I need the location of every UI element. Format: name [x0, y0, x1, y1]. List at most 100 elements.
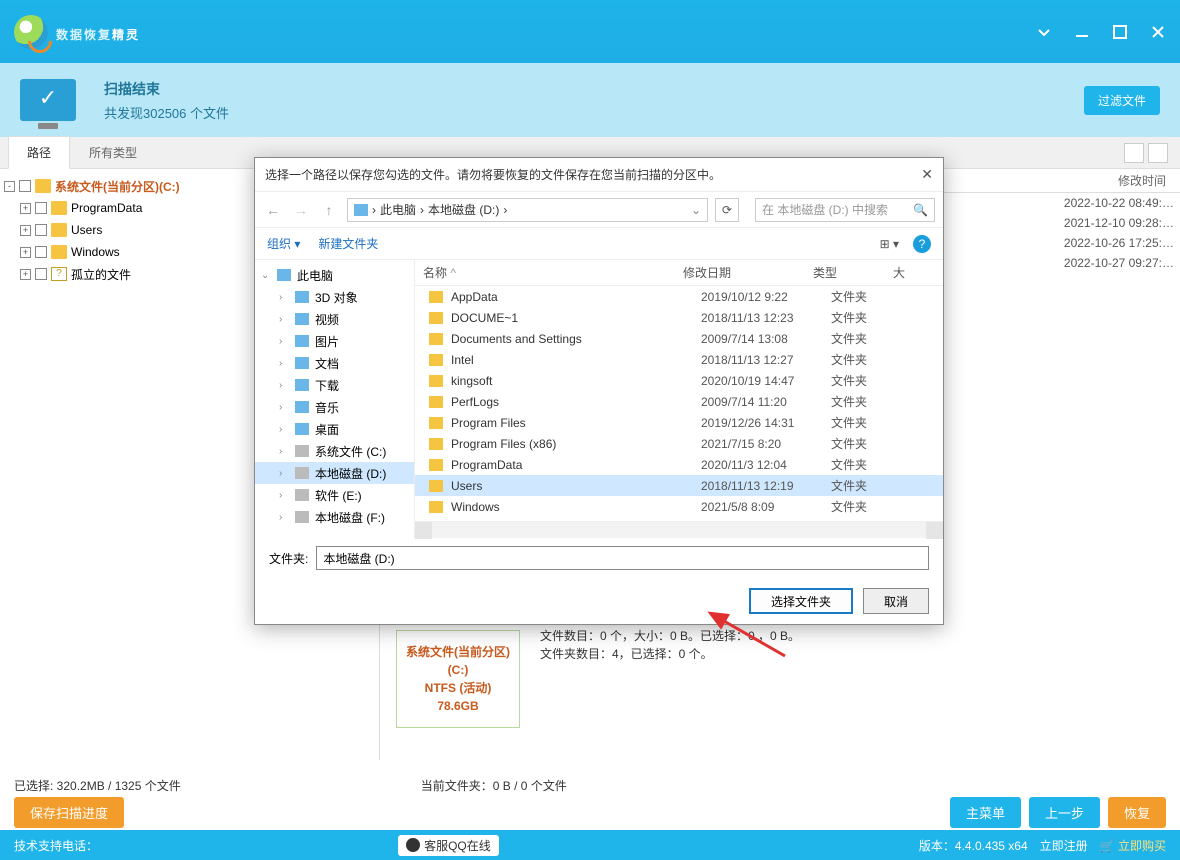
col-type[interactable]: 类型 — [805, 264, 885, 281]
app-title: 数据恢复精灵 — [56, 18, 140, 46]
tab-all-types[interactable]: 所有类型 — [70, 136, 156, 169]
dialog-folder-row[interactable]: AppData2019/10/12 9:22文件夹 — [415, 286, 943, 307]
monitor-icon — [20, 79, 76, 121]
new-folder-button[interactable]: 新建文件夹 — [318, 235, 378, 252]
nav-up-icon[interactable]: ↑ — [319, 202, 339, 218]
folder-field-input[interactable] — [316, 546, 929, 570]
checkbox[interactable] — [35, 246, 47, 258]
dialog-list-header: 名称 ^ 修改日期 类型 大 — [415, 260, 943, 286]
dialog-close-icon[interactable]: ✕ — [921, 166, 933, 183]
folder-icon — [295, 357, 309, 369]
qq-support-button[interactable]: 客服QQ在线 — [398, 835, 499, 856]
checkbox[interactable] — [35, 224, 47, 236]
dropdown-icon[interactable] — [1036, 24, 1052, 40]
folder-field-label: 文件夹: — [269, 550, 308, 567]
cancel-button[interactable]: 取消 — [863, 588, 929, 614]
folder-icon — [295, 291, 309, 303]
close-icon[interactable] — [1150, 24, 1166, 40]
dialog-folder-row[interactable]: kingsoft2020/10/19 14:47文件夹 — [415, 370, 943, 391]
refresh-icon[interactable]: ⟳ — [715, 198, 739, 222]
folder-picker-dialog: 选择一个路径以保存您勾选的文件。请勿将要恢复的文件保存在您当前扫描的分区中。 ✕… — [254, 157, 944, 625]
checkbox[interactable] — [35, 202, 47, 214]
col-size[interactable]: 大 — [885, 264, 913, 281]
place-drive-c[interactable]: ›系统文件 (C:) — [255, 440, 414, 462]
tab-path[interactable]: 路径 — [8, 136, 70, 169]
col-date[interactable]: 修改日期 — [675, 264, 805, 281]
status-current-folder: 当前文件夹：0 B / 0 个文件 — [421, 777, 567, 794]
folder-icon — [51, 245, 67, 259]
register-link[interactable]: 立即注册 — [1040, 837, 1088, 854]
drive-icon — [295, 489, 309, 501]
minimize-icon[interactable] — [1074, 24, 1090, 40]
recover-button[interactable]: 恢复 — [1108, 797, 1166, 828]
place-desktop[interactable]: ›桌面 — [255, 418, 414, 440]
col-name[interactable]: 名称 ^ — [415, 264, 675, 281]
place-documents[interactable]: ›文档 — [255, 352, 414, 374]
scan-status-strip: 扫描结束 共发现302506 个文件 过滤文件 — [0, 63, 1180, 137]
nav-back-icon[interactable]: ← — [263, 202, 283, 218]
selection-info: 文件数目：0 个，大小：0 B。已选择：0 ，0 B。 文件夹数目：4，已选择：… — [540, 627, 800, 663]
folder-icon — [295, 335, 309, 347]
dialog-folder-row[interactable]: Program Files (x86)2021/7/15 8:20文件夹 — [415, 433, 943, 454]
drive-icon — [295, 511, 309, 523]
app-logo: 数据恢复精灵 — [14, 15, 140, 49]
window-controls — [1036, 24, 1166, 40]
place-music[interactable]: ›音乐 — [255, 396, 414, 418]
dialog-folder-row[interactable]: DOCUME~12018/11/13 12:23文件夹 — [415, 307, 943, 328]
folder-icon — [429, 396, 443, 408]
place-drive-f[interactable]: ›本地磁盘 (F:) — [255, 506, 414, 528]
place-drive-e[interactable]: ›软件 (E:) — [255, 484, 414, 506]
checkbox[interactable] — [35, 268, 47, 280]
maximize-icon[interactable] — [1112, 24, 1128, 40]
pc-icon — [354, 204, 368, 216]
main-menu-button[interactable]: 主菜单 — [950, 797, 1021, 828]
scan-status-subtitle: 共发现302506 个文件 — [104, 103, 229, 122]
qq-icon — [406, 838, 420, 852]
organize-menu[interactable]: 组织 ▾ — [267, 235, 300, 252]
dialog-folder-row[interactable]: Users2018/11/13 12:19文件夹 — [415, 475, 943, 496]
search-input[interactable]: 在 本地磁盘 (D:) 中搜索🔍 — [755, 198, 935, 222]
folder-icon — [51, 201, 67, 215]
place-drive-d[interactable]: ›本地磁盘 (D:) — [255, 462, 414, 484]
col-modtime[interactable]: 修改时间 — [1110, 172, 1174, 189]
dialog-folder-row[interactable]: ProgramData2020/11/3 12:04文件夹 — [415, 454, 943, 475]
view-list-icon[interactable] — [1148, 143, 1168, 163]
place-3d[interactable]: ›3D 对象 — [255, 286, 414, 308]
view-options-icon[interactable]: ⊞ ▾ — [880, 237, 899, 251]
dialog-folder-row[interactable]: Intel2018/11/13 12:27文件夹 — [415, 349, 943, 370]
folder-icon — [51, 223, 67, 237]
drive-icon — [295, 467, 309, 479]
folder-icon — [429, 480, 443, 492]
dialog-folder-row[interactable]: Program Files2019/12/26 14:31文件夹 — [415, 412, 943, 433]
place-pictures[interactable]: ›图片 — [255, 330, 414, 352]
save-progress-button[interactable]: 保存扫描进度 — [14, 797, 124, 828]
filter-files-button[interactable]: 过滤文件 — [1084, 86, 1160, 115]
place-downloads[interactable]: ›下载 — [255, 374, 414, 396]
horizontal-scrollbar[interactable] — [415, 521, 943, 538]
breadcrumb[interactable]: ›此电脑›本地磁盘 (D:)› ⌄ — [347, 198, 708, 222]
folder-icon — [429, 438, 443, 450]
buy-link[interactable]: 🛒 立即购买 — [1100, 837, 1166, 854]
nav-forward-icon[interactable]: → — [291, 202, 311, 218]
chevron-down-icon[interactable]: ⌄ — [691, 203, 701, 217]
select-folder-button[interactable]: 选择文件夹 — [749, 588, 853, 614]
dialog-folder-row[interactable]: Documents and Settings2009/7/14 13:08文件夹 — [415, 328, 943, 349]
footer-bar: 技术支持电话： 客服QQ在线 版本：4.4.0.435 x64 立即注册 🛒 立… — [0, 830, 1180, 860]
folder-icon — [295, 401, 309, 413]
folder-icon — [295, 379, 309, 391]
view-grid-icon[interactable] — [1124, 143, 1144, 163]
search-icon: 🔍 — [913, 203, 928, 217]
dialog-folder-row[interactable]: PerfLogs2009/7/14 11:20文件夹 — [415, 391, 943, 412]
prev-step-button[interactable]: 上一步 — [1029, 797, 1100, 828]
folder-icon — [429, 501, 443, 513]
dialog-title: 选择一个路径以保存您勾选的文件。请勿将要恢复的文件保存在您当前扫描的分区中。 — [265, 166, 721, 183]
dialog-folder-row[interactable]: Windows2021/5/8 8:09文件夹 — [415, 496, 943, 517]
drive-icon — [295, 445, 309, 457]
help-icon[interactable]: ? — [913, 235, 931, 253]
folder-icon — [295, 423, 309, 435]
place-this-pc[interactable]: ⌄此电脑 — [255, 264, 414, 286]
place-videos[interactable]: ›视频 — [255, 308, 414, 330]
folder-icon — [429, 375, 443, 387]
drive-card[interactable]: 系统文件(当前分区)(C:) NTFS (活动) 78.6GB — [396, 630, 520, 728]
checkbox[interactable] — [19, 180, 31, 192]
